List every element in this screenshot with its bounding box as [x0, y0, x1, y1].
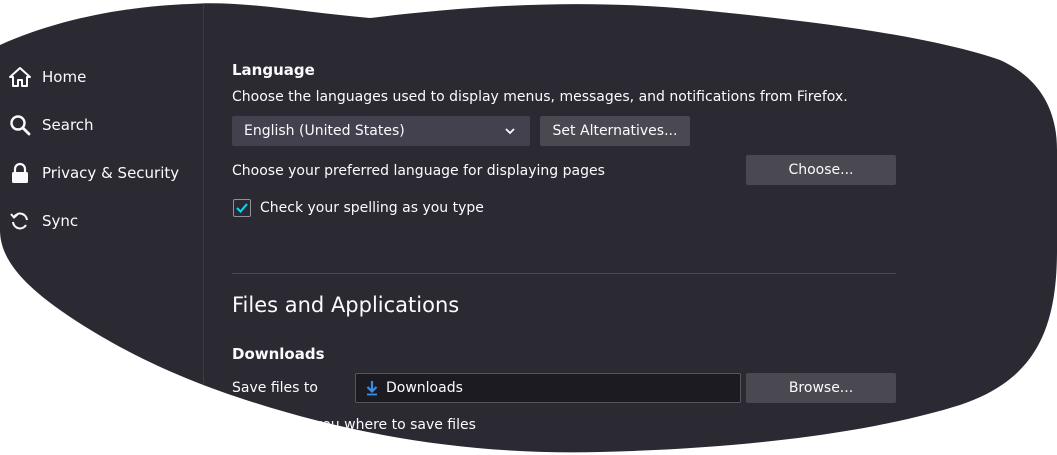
sidebar-item-privacy[interactable]: Privacy & Security [8, 158, 179, 188]
chevron-down-icon [502, 123, 518, 143]
downloads-heading: Downloads [232, 345, 325, 363]
sync-icon [8, 209, 32, 233]
always-ask-label[interactable]: Always ask you where to save files [232, 417, 476, 433]
sidebar-item-label: Home [42, 68, 87, 86]
sidebar-item-sync[interactable]: Sync [8, 206, 78, 236]
choose-button[interactable]: Choose... [746, 155, 896, 185]
sidebar-item-search[interactable]: Search [8, 110, 94, 140]
download-folder-value: Downloads [386, 380, 463, 396]
sidebar-divider [203, 0, 204, 455]
spellcheck-label[interactable]: Check your spelling as you type [260, 200, 484, 216]
language-description: Choose the languages used to display men… [232, 89, 848, 105]
files-applications-title: Files and Applications [232, 293, 460, 317]
download-arrow-icon [364, 380, 380, 396]
pages-language-description: Choose your preferred language for displ… [232, 163, 605, 179]
save-files-to-label[interactable]: Save files to [232, 380, 318, 396]
sidebar-item-label: Search [42, 116, 94, 134]
language-heading: Language [232, 61, 315, 79]
language-select-value: English (United States) [244, 123, 405, 139]
spellcheck-checkbox[interactable] [233, 199, 251, 217]
section-divider [232, 273, 896, 274]
download-folder-field: Downloads [355, 373, 741, 403]
home-icon [8, 65, 32, 89]
preferences-window: Home Search Privacy & Security Sync Lang… [0, 0, 1057, 455]
search-icon [8, 113, 32, 137]
sidebar-item-home[interactable]: Home [8, 62, 86, 92]
sidebar-item-label: Privacy & Security [42, 164, 180, 182]
checkmark-icon [235, 201, 249, 215]
set-alternatives-button[interactable]: Set Alternatives... [540, 116, 690, 146]
browse-button[interactable]: Browse... [746, 373, 896, 403]
sidebar-item-label: Sync [42, 212, 79, 230]
lock-icon [8, 161, 32, 185]
language-select[interactable]: English (United States) [232, 116, 530, 146]
